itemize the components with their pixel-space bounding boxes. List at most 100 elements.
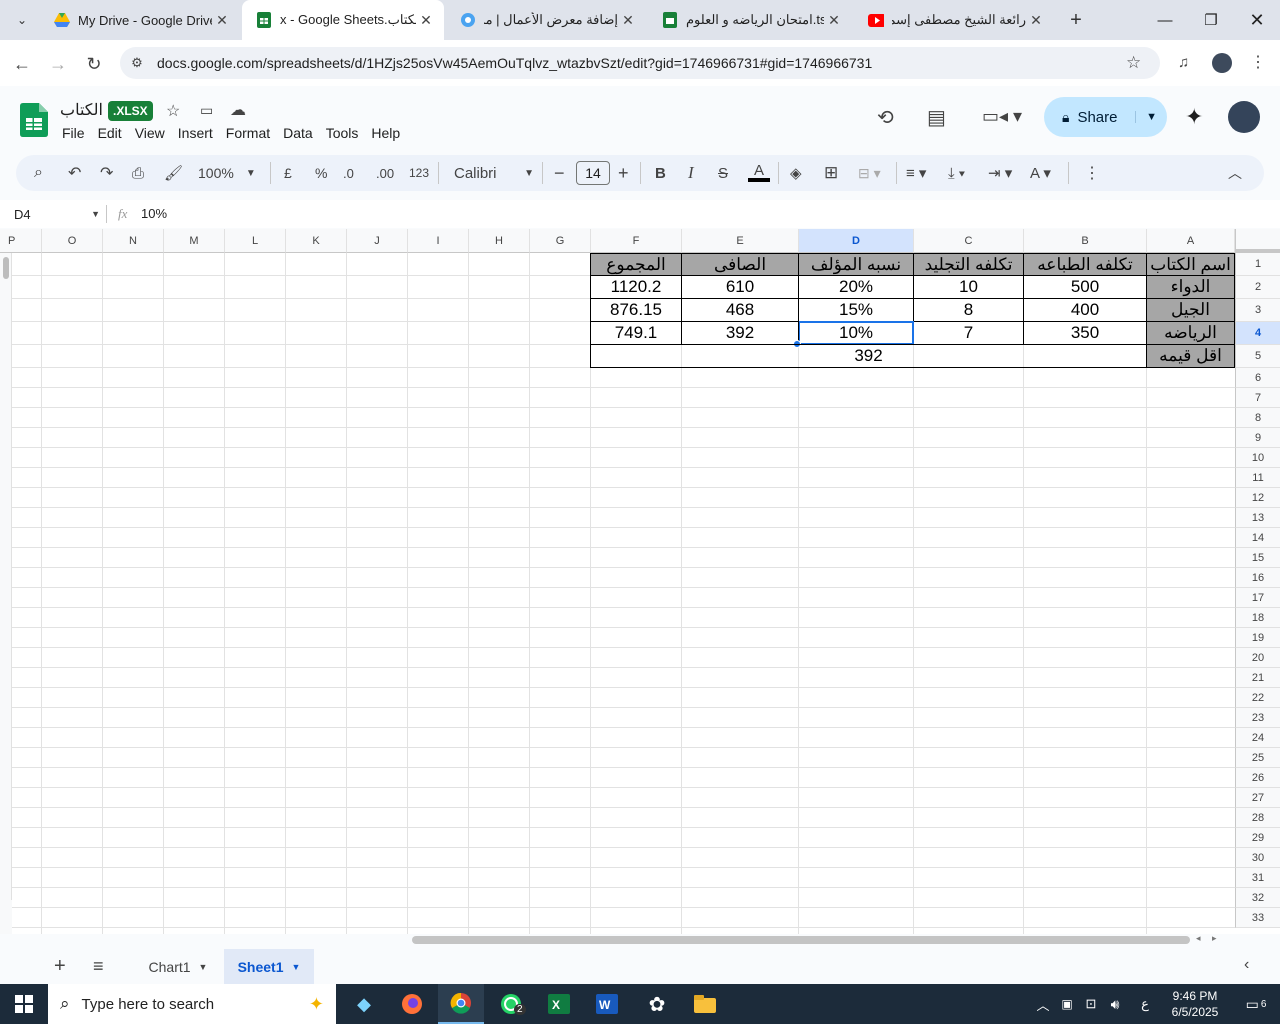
menu-tools[interactable]: Tools (326, 125, 359, 141)
scroll-handle[interactable] (3, 257, 9, 279)
row-header-21[interactable]: 21 (1235, 668, 1280, 688)
formula-input[interactable]: 10% (141, 206, 167, 221)
cell-e1[interactable]: الصافى (681, 253, 799, 276)
back-icon[interactable]: ← (10, 52, 34, 76)
row-header-19[interactable]: 19 (1235, 628, 1280, 648)
star-icon[interactable]: ☆ (166, 101, 180, 121)
row-header-11[interactable]: 11 (1235, 468, 1280, 488)
spreadsheet-grid[interactable]: A B C D E F G H I J K L M N O P 12345678… (0, 229, 1280, 934)
name-box[interactable]: D4 ▼ (8, 204, 100, 224)
cell-c3[interactable]: 8 (913, 298, 1024, 322)
row-header-14[interactable]: 14 (1235, 528, 1280, 548)
row-header-25[interactable]: 25 (1235, 748, 1280, 768)
row-header-30[interactable]: 30 (1235, 848, 1280, 868)
text-color-button[interactable]: A (748, 163, 770, 183)
more-options-icon[interactable]: ⋮ (1084, 163, 1100, 183)
row-header-31[interactable]: 31 (1235, 868, 1280, 888)
version-history-icon[interactable]: ⟲ (877, 105, 894, 130)
zoom-select[interactable]: 100% ▼ (198, 163, 256, 183)
new-tab-button[interactable]: + (1064, 8, 1088, 32)
browser-tab-sheets-active[interactable]: x - Google Sheets.الكتاب ✕ (242, 0, 444, 40)
sheet-tab-sheet1-active[interactable]: Sheet1 ▼ (224, 949, 314, 984)
row-header-33[interactable]: 33 (1235, 908, 1280, 928)
cell-d4-selected[interactable]: 10% (798, 321, 914, 345)
chatgpt-icon[interactable]: ✿ (634, 984, 680, 1024)
vertical-align-icon[interactable]: ⤓ ▾ (948, 163, 965, 183)
browser-tab-youtube[interactable]: رائعة الشيخ مصطفى إسما ✕ (854, 0, 1054, 40)
menu-file[interactable]: File (62, 125, 85, 141)
increase-font-size-icon[interactable]: + (618, 163, 629, 183)
firefox-icon[interactable] (390, 984, 434, 1024)
windows-start-icon[interactable] (0, 984, 48, 1024)
row-header-23[interactable]: 23 (1235, 708, 1280, 728)
sheets-logo-icon[interactable] (20, 103, 48, 142)
row-header-22[interactable]: 22 (1235, 688, 1280, 708)
menu-edit[interactable]: Edit (98, 125, 122, 141)
row-header-13[interactable]: 13 (1235, 508, 1280, 528)
profile-avatar[interactable] (1212, 53, 1232, 73)
column-header-d[interactable]: D (799, 229, 914, 253)
select-all-corner[interactable] (1235, 229, 1280, 253)
column-header-h[interactable]: H (469, 229, 530, 253)
row-header-7[interactable]: 7 (1235, 388, 1280, 408)
cloud-status-icon[interactable]: ☁ (230, 100, 246, 120)
horizontal-align-icon[interactable]: ≡ ▾ (906, 163, 926, 183)
copilot-icon[interactable]: ◆ (342, 984, 386, 1024)
horizontal-scrollbar[interactable] (412, 936, 1190, 944)
cell-c2[interactable]: 10 (913, 275, 1024, 299)
print-icon[interactable]: ⎙ (132, 163, 144, 183)
network-icon[interactable]: ⊡ (1082, 984, 1100, 1024)
browser-menu-icon[interactable]: ⋮ (1250, 52, 1266, 72)
cell-b2[interactable]: 500 (1023, 275, 1147, 299)
scroll-left-icon[interactable]: ◂ (1196, 933, 1201, 944)
undo-icon[interactable]: ↶ (68, 163, 81, 183)
cell-e4[interactable]: 392 (681, 321, 799, 345)
move-folder-icon[interactable]: ▭ (200, 102, 213, 119)
row-header-8[interactable]: 8 (1235, 408, 1280, 428)
close-tab-icon[interactable]: ✕ (416, 12, 436, 29)
paint-format-icon[interactable]: 🖌︎ (164, 163, 183, 183)
menu-insert[interactable]: Insert (178, 125, 213, 141)
scroll-right-icon[interactable]: ▸ (1212, 933, 1217, 944)
taskbar-search-box[interactable]: ⌕ Type here to search ✦ (48, 984, 336, 1024)
comments-icon[interactable]: ▤ (927, 105, 946, 130)
row-header-18[interactable]: 18 (1235, 608, 1280, 628)
account-avatar[interactable] (1228, 101, 1260, 133)
text-wrapping-icon[interactable]: ⇥ ▾ (988, 163, 1012, 183)
cell-f3[interactable]: 876.15 (590, 298, 682, 322)
media-controls-icon[interactable]: ♫ (1178, 54, 1189, 71)
row-header-12[interactable]: 12 (1235, 488, 1280, 508)
column-header-n[interactable]: N (103, 229, 164, 253)
browser-tab-drive[interactable]: My Drive - Google Drive ✕ (40, 0, 240, 40)
bookmark-star-icon[interactable]: ☆ (1126, 53, 1141, 73)
currency-format-button[interactable]: £ (284, 163, 292, 183)
chrome-icon[interactable] (438, 984, 484, 1024)
column-header-f[interactable]: F (591, 229, 682, 253)
cell-b5-f5-merged[interactable]: 392 (590, 344, 1147, 368)
minimize-icon[interactable]: — (1142, 0, 1188, 40)
row-header-26[interactable]: 26 (1235, 768, 1280, 788)
strikethrough-icon[interactable]: S (718, 163, 728, 183)
menu-data[interactable]: Data (283, 125, 313, 141)
column-header-k[interactable]: K (286, 229, 347, 253)
increase-decimal-button[interactable]: .00 (376, 163, 394, 183)
cell-e3[interactable]: 468 (681, 298, 799, 322)
italic-button[interactable]: I (688, 163, 694, 183)
row-header-3[interactable]: 3 (1235, 299, 1280, 322)
clock[interactable]: 9:46 PM 6/5/2025 (1160, 984, 1230, 1024)
cell-d2[interactable]: 20% (798, 275, 914, 299)
site-info-icon[interactable]: ⚙ (128, 54, 146, 72)
row-header-28[interactable]: 28 (1235, 808, 1280, 828)
cell-d1[interactable]: نسبه المؤلف (798, 253, 914, 276)
tab-search-button[interactable]: ⌄ (10, 8, 34, 32)
cell-a4[interactable]: الرياضه (1146, 321, 1235, 345)
document-title[interactable]: الكتاب (60, 100, 103, 120)
close-tab-icon[interactable]: ✕ (212, 12, 232, 29)
vertical-scrollbar[interactable] (0, 900, 12, 934)
row-header-32[interactable]: 32 (1235, 888, 1280, 908)
share-button[interactable]: 🔒︎ Share ▼ (1044, 97, 1167, 137)
close-tab-icon[interactable]: ✕ (824, 12, 844, 29)
decrease-font-size-icon[interactable]: − (554, 163, 565, 183)
cell-c1[interactable]: تكلفه التجليد (913, 253, 1024, 276)
redo-icon[interactable]: ↷ (100, 163, 113, 183)
